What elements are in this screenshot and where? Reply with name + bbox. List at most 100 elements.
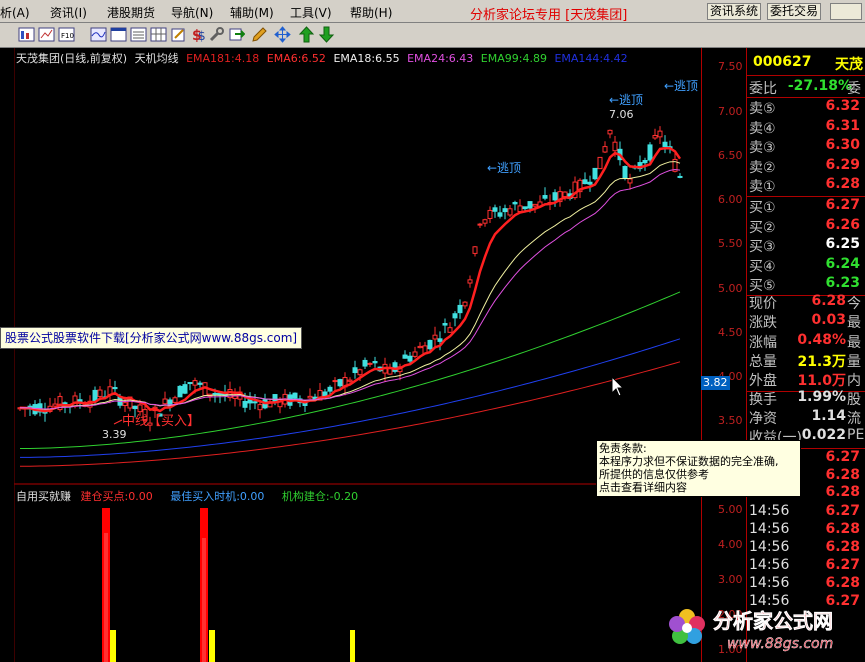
- stat2-row-cut: 股: [847, 392, 861, 408]
- candle-body: [562, 191, 568, 198]
- menu-hk-futures[interactable]: 港股期货: [107, 4, 155, 21]
- menu-assist[interactable]: 辅助(M): [230, 4, 274, 21]
- axis-tick: 4.00: [718, 538, 743, 551]
- stat-row-cut: 内: [847, 373, 861, 390]
- tick-time: 14:56: [749, 539, 790, 555]
- sell-order-row: 卖③ 6.30: [747, 137, 865, 157]
- tick-row: 14:56 6.28: [747, 539, 865, 559]
- svg-text:F10: F10: [61, 32, 74, 40]
- grid-icon[interactable]: [150, 26, 167, 43]
- candle-body: [527, 201, 533, 209]
- menu-analysis[interactable]: 析(A): [0, 4, 30, 21]
- promo-banner[interactable]: 股票公式股票软件下载[分析家公式网www.88gs.com]: [0, 327, 303, 349]
- candle-body: [182, 384, 188, 394]
- edit-icon[interactable]: [170, 26, 187, 43]
- buy-order-row: 买② 6.26: [747, 217, 865, 237]
- buy-order-row-value: 6.24: [825, 255, 860, 272]
- indicator-icon[interactable]: [90, 26, 107, 43]
- quote-panel: 000627 天茂 委比 -27.18% 委 卖⑤ 6.32 卖④ 6.31 卖③ 6.3…: [746, 48, 865, 662]
- disclaimer-title: 免责条款:: [599, 442, 647, 455]
- list-icon[interactable]: [130, 26, 147, 43]
- menu-info[interactable]: 资讯(I): [50, 4, 87, 21]
- tick-row: 14:56 6.28: [747, 521, 865, 541]
- best-buy-bar: [110, 630, 116, 662]
- wrench-icon[interactable]: [208, 26, 225, 43]
- pencil-icon[interactable]: [250, 26, 267, 43]
- export-icon[interactable]: [228, 26, 246, 43]
- candle-body: [252, 401, 258, 404]
- stat-row: 涨跌 0.03 最: [747, 312, 865, 332]
- stat-row-label: 总量: [749, 353, 777, 370]
- buy-order-row-label: 买③: [749, 239, 776, 256]
- tick-price: 6.28: [825, 484, 860, 500]
- candle-body: [607, 129, 613, 135]
- buy-order-row-label: 买②: [749, 219, 776, 236]
- sell-order-row-value: 6.32: [825, 98, 860, 114]
- info-system-button[interactable]: 资讯系统: [707, 3, 762, 20]
- window-icon[interactable]: [110, 26, 127, 43]
- move-icon[interactable]: [274, 26, 291, 43]
- candle-body: [477, 223, 483, 226]
- menu-navigation[interactable]: 导航(N): [171, 4, 213, 21]
- menu-extra-button[interactable]: [830, 3, 862, 20]
- stat-row-label: 外盘: [749, 373, 777, 390]
- candle-body: [447, 327, 453, 333]
- candle-body: [162, 398, 168, 405]
- sell-order-row-label: 卖②: [749, 159, 776, 176]
- candle-body: [512, 201, 518, 205]
- candle-body: [97, 389, 103, 397]
- indicator-title: 自用买就赚: [16, 490, 71, 503]
- menu-tools[interactable]: 工具(V): [290, 4, 332, 21]
- candle-body: [362, 359, 368, 367]
- axis-tick: 6.50: [718, 149, 743, 162]
- disclaimer-link[interactable]: 点击查看详细内容: [599, 481, 798, 494]
- toolbar: F10 $ $: [0, 23, 865, 48]
- chart-type-icon[interactable]: [18, 26, 35, 43]
- stat-row-cut: 量: [847, 353, 861, 370]
- stat-row-cut: 今: [847, 296, 861, 312]
- sell-order-row-value: 6.29: [825, 156, 860, 173]
- sell-order-row-label: 卖①: [749, 179, 776, 196]
- arrow-up-icon[interactable]: [298, 26, 315, 43]
- sell-order-row: 卖⑤ 6.32: [747, 98, 865, 118]
- f10-icon[interactable]: F10: [58, 26, 75, 43]
- best-buy-value: 最佳买入时机:0.00: [170, 490, 265, 503]
- stat2-row-value: 1.99%: [797, 389, 846, 405]
- candle-body: [197, 382, 203, 385]
- weibi-value: -27.18%: [787, 78, 852, 94]
- sell-order-row: 卖① 6.28: [747, 176, 865, 196]
- watermark-logo: 分析家公式网 www.88gs.com: [665, 598, 865, 662]
- watermark-name: 分析家公式网: [713, 609, 833, 633]
- candle-body: [187, 382, 193, 385]
- buy-order-row-value: 6.27: [825, 197, 860, 213]
- buy-signal-label: 中线【买入】: [122, 414, 200, 429]
- buy-order-row: 买④ 6.24: [747, 256, 865, 276]
- candle-body: [627, 178, 633, 184]
- arrow-down-icon[interactable]: [318, 26, 335, 43]
- trade-button[interactable]: 委托交易: [767, 3, 822, 20]
- tick-row: 14:56 6.28: [747, 575, 865, 595]
- disclaimer-tooltip[interactable]: 免责条款: 本程序力求但不保证数据的完全准确, 所提供的信息仅供参考 点击查看详…: [596, 440, 801, 497]
- chart-area[interactable]: ←逃顶 ←逃顶 ←逃顶 7.06 3.39 中线【买入】 天茂集团(日线,前复权) 天机均…: [13, 48, 701, 662]
- candle-body: [662, 141, 668, 147]
- candle-body: [532, 203, 538, 207]
- best-buy-bar: [350, 630, 355, 662]
- candle-body: [612, 141, 618, 152]
- jiancang-value: 建仓买点:0.00: [80, 490, 153, 503]
- menu-help[interactable]: 帮助(H): [350, 4, 392, 21]
- candle-body: [412, 351, 418, 357]
- candle-body: [482, 219, 488, 224]
- candle-body: [402, 354, 408, 359]
- tick-price: 6.28: [825, 575, 860, 591]
- stat2-row: 换手 1.99% 股: [747, 389, 865, 409]
- candle-body: [192, 380, 198, 386]
- candle-body: [212, 392, 218, 395]
- candle-body: [367, 362, 373, 365]
- kline-icon[interactable]: [38, 26, 55, 43]
- axis-tick: 3.00: [718, 573, 743, 586]
- candle-body: [432, 334, 438, 340]
- stat-row: 现价 6.28 今: [747, 293, 865, 313]
- buy-order-row: 买③ 6.25: [747, 236, 865, 256]
- dollar-icon[interactable]: $ $: [190, 26, 207, 44]
- stock-title: 天茂集团(日线,前复权): [16, 52, 128, 65]
